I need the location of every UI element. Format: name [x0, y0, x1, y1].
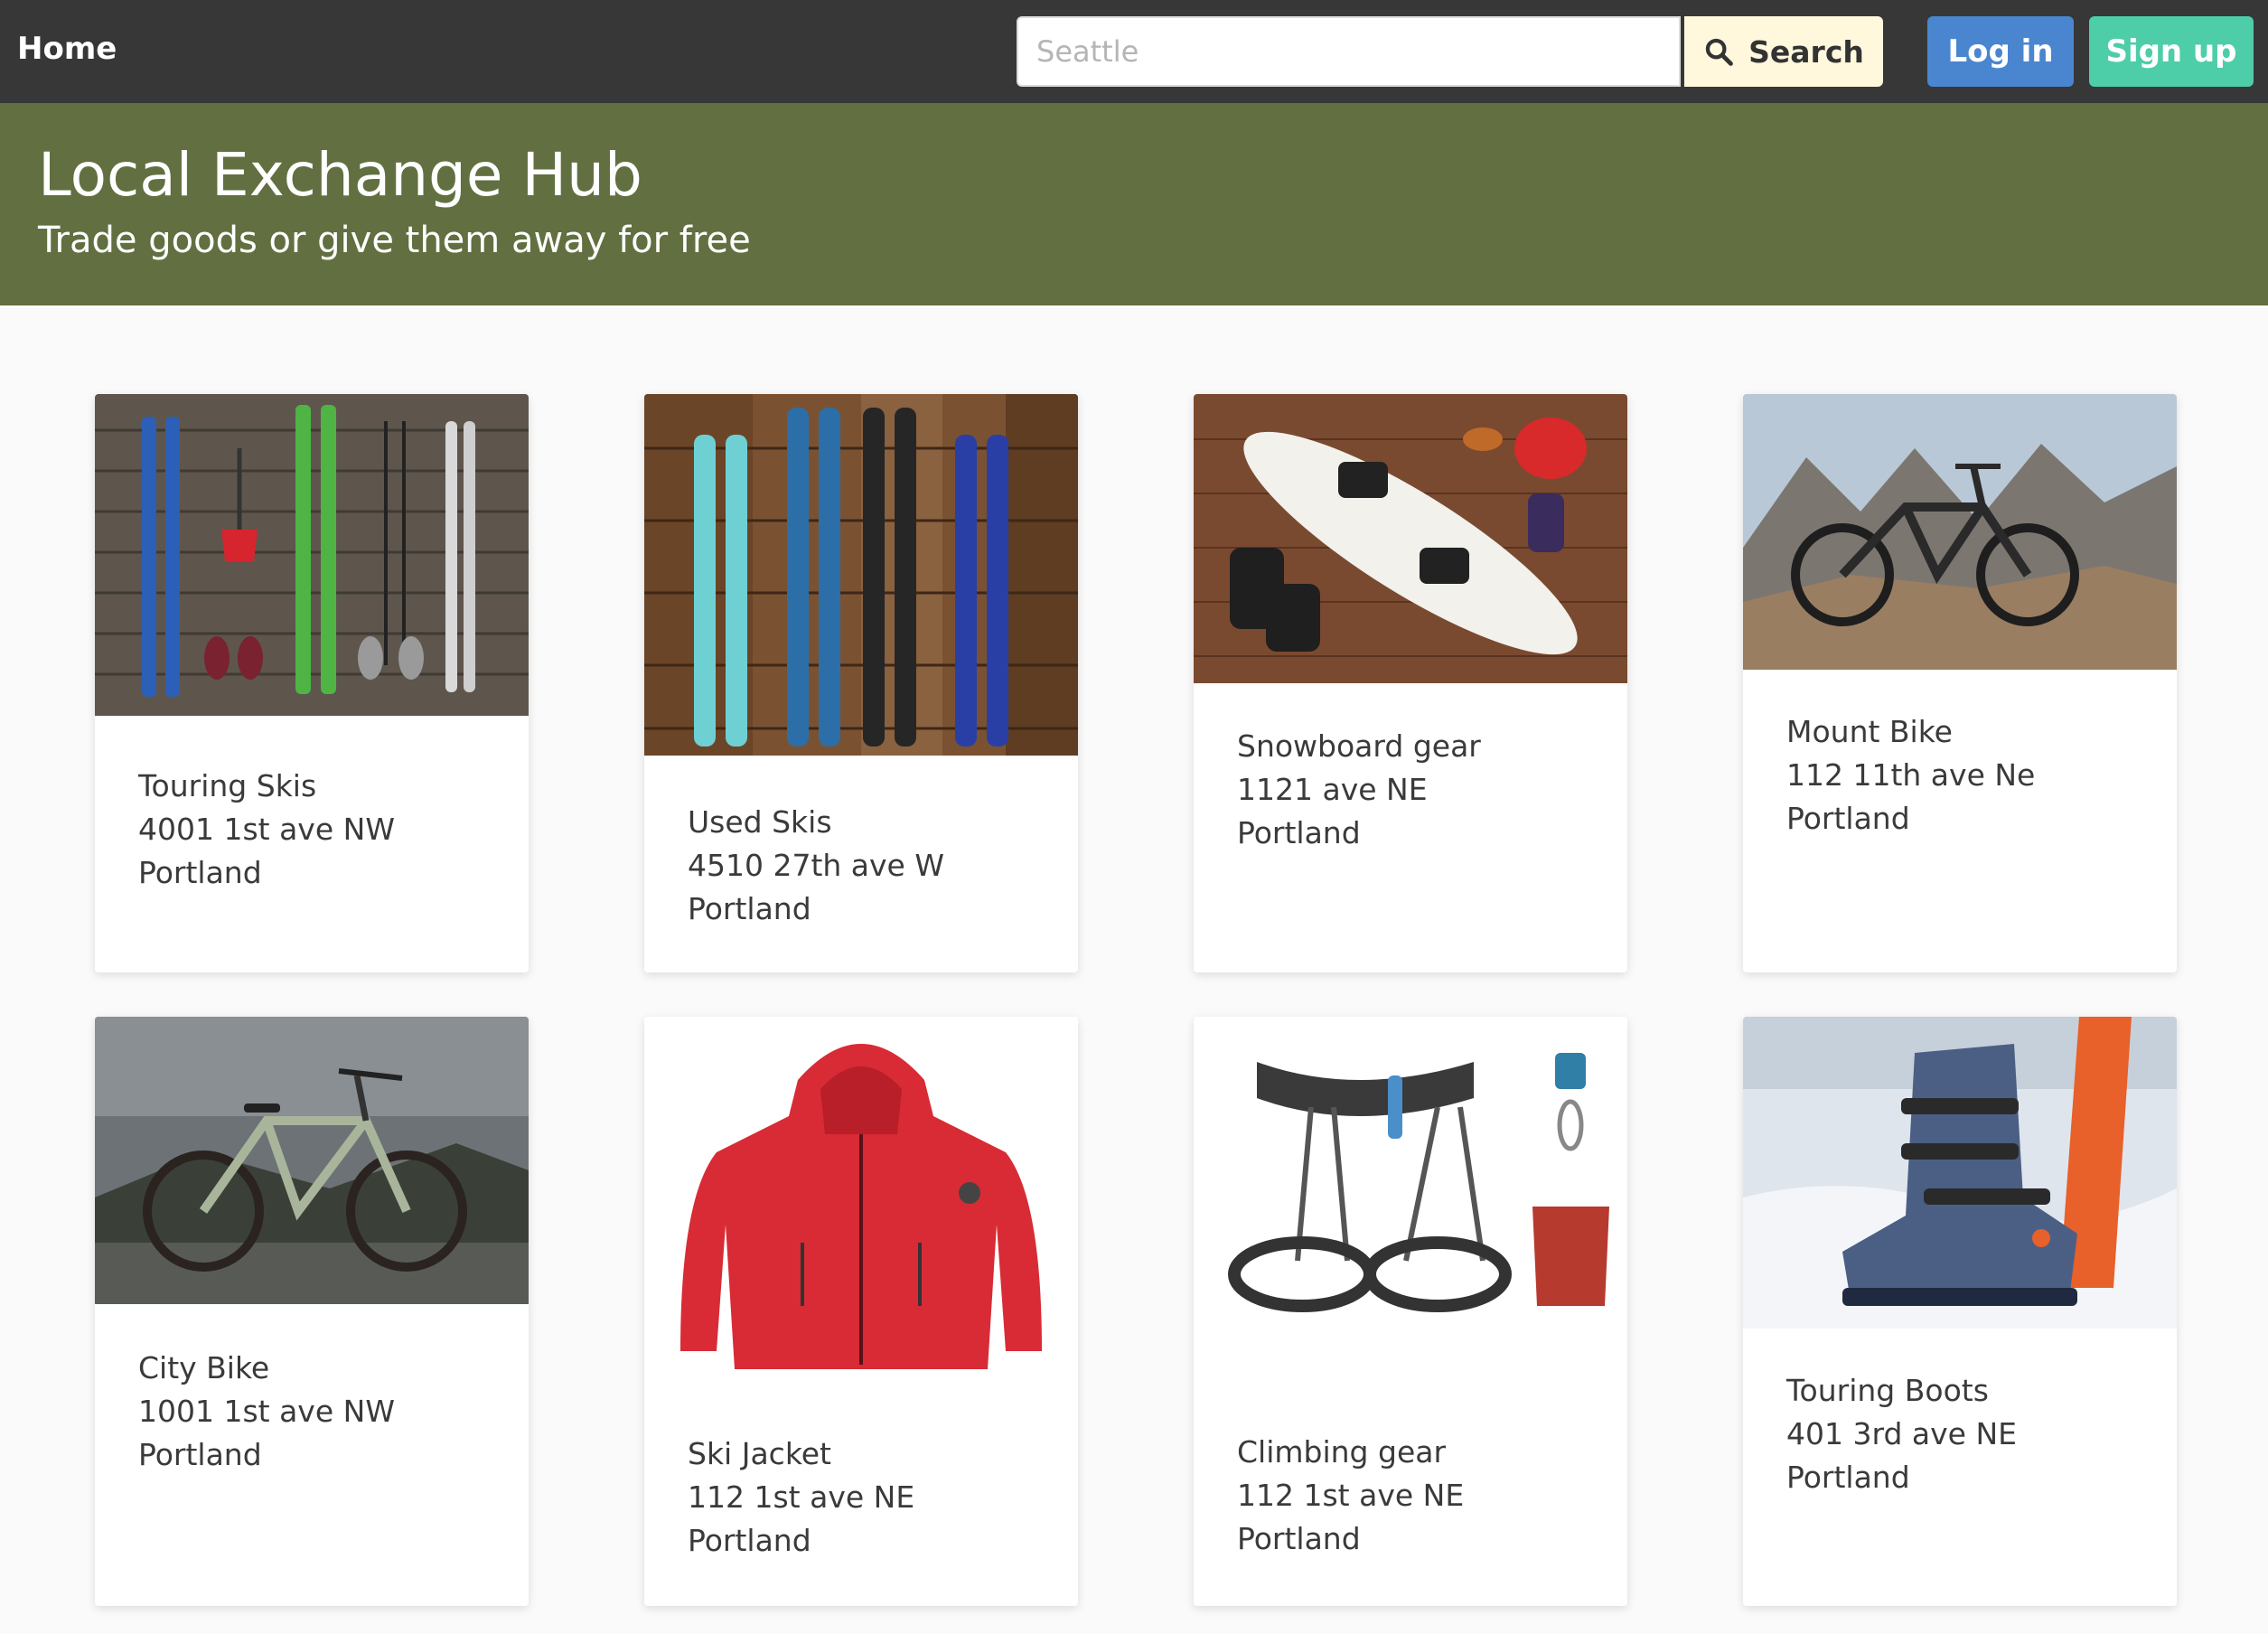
listing-info: Snowboard gear 1121 ave NE Portland [1237, 725, 1481, 855]
location-search-input[interactable] [1017, 16, 1681, 87]
listing-city: Portland [1786, 801, 1910, 836]
listing-address: 112 1st ave NE [1237, 1478, 1465, 1513]
listing-card-touring-boots[interactable]: Touring Boots 401 3rd ave NE Portland [1743, 1017, 2177, 1606]
listing-city: Portland [1237, 1521, 1361, 1556]
listing-title: Touring Skis [138, 768, 317, 803]
signup-button[interactable]: Sign up [2089, 16, 2254, 87]
search-icon [1705, 38, 1733, 66]
listing-title: Ski Jacket [688, 1436, 831, 1471]
ski-boot-photo [1743, 1017, 2177, 1329]
top-navbar: Home Search Log in Sign up [0, 0, 2268, 103]
hero-banner: Local Exchange Hub Trade goods or give t… [0, 103, 2268, 305]
listing-title: City Bike [138, 1350, 270, 1385]
listing-address: 4001 1st ave NW [138, 812, 395, 847]
snowboard-photo [1194, 394, 1627, 683]
listing-card-used-skis[interactable]: Used Skis 4510 27th ave W Portland [644, 394, 1078, 972]
listing-info: Mount Bike 112 11th ave Ne Portland [1786, 710, 2035, 840]
listing-address: 112 11th ave Ne [1786, 757, 2036, 793]
listing-info: Touring Skis 4001 1st ave NW Portland [138, 765, 395, 895]
listing-info: Climbing gear 112 1st ave NE Portland [1237, 1431, 1464, 1561]
listing-city: Portland [138, 855, 262, 890]
listing-title: Mount Bike [1786, 714, 1953, 749]
home-link[interactable]: Home [17, 31, 117, 67]
listing-card-touring-skis[interactable]: Touring Skis 4001 1st ave NW Portland [95, 394, 529, 972]
listing-city: Portland [138, 1437, 262, 1472]
listing-city: Portland [688, 1523, 811, 1558]
skis-on-wood-photo [644, 394, 1078, 756]
listing-city: Portland [688, 891, 811, 926]
red-jacket-photo [644, 1017, 1078, 1396]
listing-card-ski-jacket[interactable]: Ski Jacket 112 1st ave NE Portland [644, 1017, 1078, 1606]
listing-card-snowboard-gear[interactable]: Snowboard gear 1121 ave NE Portland [1194, 394, 1627, 972]
listing-card-climbing-gear[interactable]: Climbing gear 112 1st ave NE Portland [1194, 1017, 1627, 1606]
city-bike-photo [95, 1017, 529, 1304]
listing-title: Touring Boots [1786, 1373, 1989, 1408]
listing-info: Touring Boots 401 3rd ave NE Portland [1786, 1369, 2017, 1499]
page-subtitle: Trade goods or give them away for free [38, 220, 751, 261]
listing-card-mount-bike[interactable]: Mount Bike 112 11th ave Ne Portland [1743, 394, 2177, 972]
listing-address: 1121 ave NE [1237, 772, 1428, 807]
login-button[interactable]: Log in [1927, 16, 2074, 87]
climbing-harness-photo [1194, 1017, 1627, 1378]
listing-address: 4510 27th ave W [688, 848, 944, 883]
listing-address: 1001 1st ave NW [138, 1394, 395, 1429]
listing-address: 112 1st ave NE [688, 1479, 915, 1515]
listing-title: Climbing gear [1237, 1434, 1447, 1470]
listing-title: Snowboard gear [1237, 728, 1481, 764]
listing-info: Ski Jacket 112 1st ave NE Portland [688, 1432, 914, 1563]
listing-address: 401 3rd ave NE [1786, 1416, 2017, 1451]
search-button-label: Search [1748, 33, 1864, 70]
mountain-bike-photo [1743, 394, 2177, 670]
listing-info: Used Skis 4510 27th ave W Portland [688, 801, 944, 931]
listing-city: Portland [1786, 1460, 1910, 1495]
page-title: Local Exchange Hub [38, 140, 642, 210]
ski-set-photo [95, 394, 529, 716]
listing-info: City Bike 1001 1st ave NW Portland [138, 1347, 395, 1477]
listing-city: Portland [1237, 815, 1361, 850]
listing-card-city-bike[interactable]: City Bike 1001 1st ave NW Portland [95, 1017, 529, 1606]
search-button[interactable]: Search [1684, 16, 1883, 87]
listing-title: Used Skis [688, 804, 832, 840]
